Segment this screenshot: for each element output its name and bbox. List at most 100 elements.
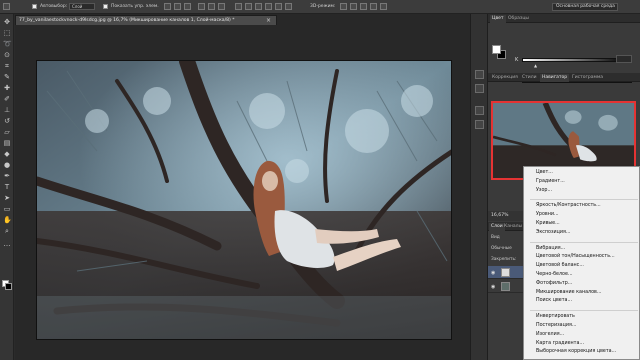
menu-item[interactable]: Изогелия...	[536, 332, 564, 337]
tab-histogram[interactable]: Гистограмма	[570, 74, 605, 82]
distribute-icon[interactable]	[275, 3, 282, 10]
menu-item[interactable]: Выборочная коррекция цвета...	[536, 349, 616, 354]
eye-icon[interactable]: ◉	[491, 284, 495, 290]
workspace-switcher[interactable]: Основная рабочая среда	[552, 3, 618, 11]
menu-item[interactable]: Цвет...	[536, 170, 553, 175]
menu-item[interactable]: Черно-белое...	[536, 272, 573, 277]
shape-icon[interactable]: ▭	[3, 205, 11, 213]
crop-icon[interactable]: ⌗	[3, 62, 11, 70]
zoom-icon[interactable]: ⌕	[3, 227, 11, 235]
3d-rotate-icon[interactable]	[340, 3, 347, 10]
align-left-icon[interactable]	[198, 3, 205, 10]
close-icon[interactable]: ×	[266, 17, 271, 24]
tab-swatches[interactable]: Образцы	[506, 15, 531, 23]
tab-adjustments[interactable]: Коррекция	[490, 74, 520, 82]
slider-thumb-icon[interactable]: ▲	[534, 63, 537, 68]
tab-styles[interactable]: Стили	[520, 74, 539, 82]
canvas-image[interactable]	[36, 60, 452, 340]
lasso-icon[interactable]: ➰	[3, 40, 12, 48]
quick-select-icon[interactable]: ⊙	[3, 51, 11, 59]
k-channel-label: K	[515, 57, 519, 63]
menu-item[interactable]: Цветовой баланс...	[536, 263, 584, 268]
k-slider[interactable]	[522, 58, 626, 62]
3d-roll-icon[interactable]	[350, 3, 357, 10]
navigator-panel-tabs: Коррекция Стили Навигатор Гистограмма	[488, 73, 640, 82]
eye-icon[interactable]: ◉	[491, 270, 495, 276]
menu-item[interactable]: Вибрация...	[536, 246, 565, 251]
zoom-value[interactable]: 16,67%	[491, 213, 509, 218]
move-tool-preset-icon[interactable]	[3, 3, 10, 10]
brush-icon[interactable]: ✐	[3, 95, 11, 103]
k-value-field[interactable]	[616, 55, 632, 63]
align-top-icon[interactable]	[164, 3, 171, 10]
path-select-icon[interactable]: ➤	[3, 194, 11, 202]
eraser-icon[interactable]: ▱	[3, 128, 11, 136]
adjustment-layer-menu: Цвет... Градиент... Узор... Яркость/Контрас…	[523, 166, 640, 360]
menu-item[interactable]: Карта градиента...	[536, 341, 584, 346]
pen-icon[interactable]: ✒	[3, 172, 11, 180]
align-right-icon[interactable]	[218, 3, 225, 10]
autoselect-dropdown[interactable]: Слой	[69, 3, 95, 10]
menu-item[interactable]: Микширование каналов...	[536, 290, 601, 295]
distribute-icon[interactable]	[255, 3, 262, 10]
history-brush-icon[interactable]: ↺	[3, 117, 11, 125]
tab-color[interactable]: Цвет	[490, 15, 506, 23]
blur-icon[interactable]: ◆	[3, 150, 11, 158]
distribute-icon[interactable]	[245, 3, 252, 10]
menu-separator	[530, 241, 638, 243]
tab-navigator[interactable]: Навигатор	[540, 74, 570, 82]
3d-scale-icon[interactable]	[380, 3, 387, 10]
distribute-icon[interactable]	[235, 3, 242, 10]
move-icon[interactable]: ✥	[3, 18, 11, 26]
menu-item[interactable]: Кривые...	[536, 221, 560, 226]
menu-item[interactable]: Градиент...	[536, 179, 565, 184]
menu-item[interactable]: Уровни...	[536, 212, 559, 217]
layer-thumbnail	[501, 268, 510, 277]
layer-kind-filter[interactable]: Вид	[488, 234, 528, 241]
distribute-icon[interactable]	[265, 3, 272, 10]
menu-item[interactable]: Узор...	[536, 188, 552, 193]
menu-item[interactable]: Поиск цвета...	[536, 298, 572, 303]
distribute-icon[interactable]	[285, 3, 292, 10]
eyedropper-icon[interactable]: ✎	[3, 73, 11, 81]
menu-item[interactable]: Фотофильтр...	[536, 281, 572, 286]
stamp-icon[interactable]: ⊥	[3, 106, 11, 114]
panel-foreground-swatch[interactable]	[492, 45, 501, 54]
options-bar: Автовыбор: Слой Показать упр. элем. 3D-р…	[0, 0, 640, 14]
align-bottom-icon[interactable]	[184, 3, 191, 10]
color-panel-tabs: Цвет Образцы	[488, 14, 640, 23]
layer-row[interactable]: ◉	[488, 266, 524, 279]
menu-item[interactable]: Постеризация...	[536, 323, 576, 328]
healing-icon[interactable]: ✚	[3, 84, 11, 92]
layers-panel-tabs: Слои Каналы	[488, 222, 524, 231]
dodge-icon[interactable]: ●	[3, 161, 11, 169]
menu-item[interactable]: Цветовой тон/Насыщенность...	[536, 254, 615, 259]
document-tab[interactable]: 77_by_vanilaestockvnock-d9lsdcg.jpg @ 16…	[15, 15, 277, 25]
hand-icon[interactable]: ✋	[3, 216, 12, 224]
character-panel-icon[interactable]	[475, 106, 484, 115]
layer-row[interactable]: ◉	[488, 280, 524, 293]
background-color-swatch[interactable]	[5, 283, 12, 290]
tab-channels[interactable]: Каналы	[502, 223, 524, 231]
align-middle-icon[interactable]	[174, 3, 181, 10]
autoselect-checkbox[interactable]	[32, 4, 37, 9]
more-tools-icon[interactable]: …	[3, 240, 11, 248]
align-center-icon[interactable]	[208, 3, 215, 10]
actions-panel-icon[interactable]	[475, 84, 484, 93]
layer-thumbnail	[501, 282, 510, 291]
blend-mode-dropdown[interactable]: Обычные	[488, 245, 528, 252]
show-controls-checkbox[interactable]	[103, 4, 108, 9]
menu-item[interactable]: Инвертировать	[536, 314, 575, 319]
3d-pan-icon[interactable]	[360, 3, 367, 10]
show-controls-label: Показать упр. элем.	[111, 4, 159, 9]
document-tab-title: 77_by_vanilaestockvnock-d9lsdcg.jpg @ 16…	[19, 18, 235, 23]
3d-slide-icon[interactable]	[370, 3, 377, 10]
menu-separator	[530, 199, 638, 201]
menu-item[interactable]: Яркость/Контрастность...	[536, 203, 601, 208]
menu-item[interactable]: Экспозиция...	[536, 230, 570, 235]
history-panel-icon[interactable]	[475, 70, 484, 79]
gradient-icon[interactable]: ▤	[3, 139, 11, 147]
type-icon[interactable]: T	[3, 183, 11, 191]
marquee-icon[interactable]: ⬚	[3, 29, 11, 37]
paragraph-panel-icon[interactable]	[475, 120, 484, 129]
